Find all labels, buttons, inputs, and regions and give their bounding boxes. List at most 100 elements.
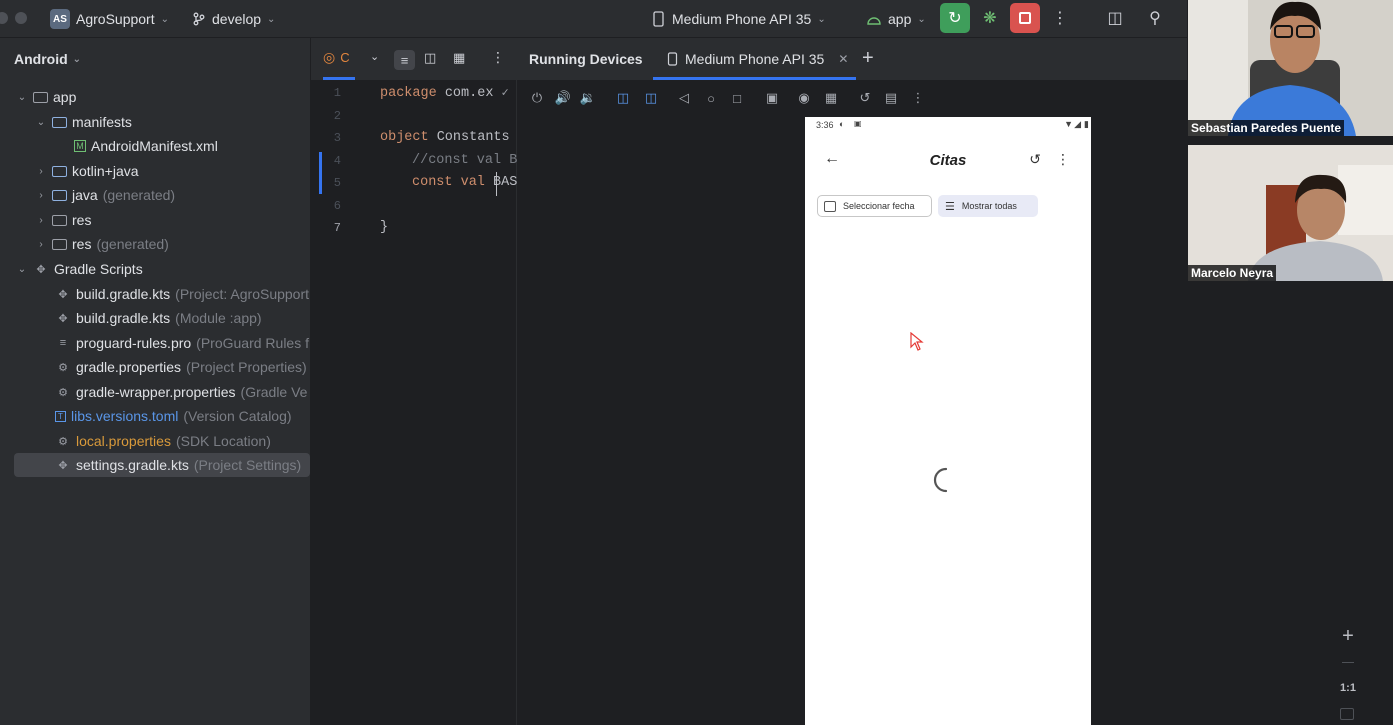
rotate-right-icon[interactable]: ◫ <box>642 89 660 107</box>
volume-down-icon[interactable]: 🔉 <box>579 89 597 107</box>
screen-record-icon[interactable]: ▦ <box>822 89 840 107</box>
history-icon[interactable]: ↺ <box>1029 151 1041 168</box>
tree-item-hint: (Project: AgroSupport <box>175 286 310 302</box>
overview-icon[interactable]: □ <box>728 89 746 107</box>
code-line[interactable]: package com.ex ✓ <box>380 85 509 101</box>
app-bar: ← Citas ↺ ⋮ <box>805 145 1091 177</box>
volume-up-icon[interactable]: 🔊 <box>554 89 572 107</box>
more-vertical-icon[interactable]: ⋮ <box>909 89 927 107</box>
run-config-selector[interactable]: app ⌄ <box>866 0 926 38</box>
project-view-selector[interactable]: Android ⌄ <box>14 51 81 67</box>
code-text: com.ex <box>436 86 494 101</box>
zoom-fit-icon[interactable] <box>1340 708 1354 720</box>
status-bar: 3:36 ◐ ▣ ▼ ◢ ▮ <box>805 117 1091 133</box>
tree-item-res-generated[interactable]: › res (generated) <box>0 232 311 256</box>
tree-item-hint: (ProGuard Rules f <box>196 335 309 351</box>
window-control-dot[interactable] <box>15 12 27 24</box>
screen-title: Citas <box>929 152 967 169</box>
select-date-button[interactable]: Seleccionar fecha <box>817 195 932 217</box>
battery-icon: ▮ <box>1084 119 1089 129</box>
code-keyword: const val <box>412 175 485 190</box>
tree-item-hint: (Project Properties) <box>186 359 307 375</box>
tree-item-kotlin-java[interactable]: › kotlin+java <box>0 159 311 183</box>
device-tab[interactable]: Medium Phone API 35 ✕ <box>653 38 856 80</box>
zoom-actual-size-button[interactable]: 1:1 <box>1336 682 1360 694</box>
rerun-icon: ↻ <box>948 10 962 27</box>
more-vertical-icon[interactable]: ⋮ <box>491 49 505 66</box>
device-selector[interactable]: Medium Phone API 35 ⌄ <box>652 0 826 38</box>
zoom-in-icon[interactable]: + <box>1338 625 1358 647</box>
branch-selector[interactable]: develop ⌄ <box>192 0 275 38</box>
editor-tab-bar: ◎ C ⌄ ≡ ◫ ▦ ⋮ <box>311 38 517 80</box>
tree-item-label: gradle-wrapper.properties <box>76 384 236 400</box>
code-line[interactable]: object Constants <box>380 130 510 145</box>
participant-video <box>1188 0 1393 136</box>
chevron-right-icon: › <box>39 214 43 226</box>
editor-tab[interactable]: ◎ C <box>323 49 350 66</box>
tree-item-settings-gradle[interactable]: ✥ settings.gradle.kts (Project Settings) <box>14 453 310 477</box>
tree-item-build-gradle-module[interactable]: ✥ build.gradle.kts (Module :app) <box>0 306 311 330</box>
line-number: 7 <box>333 221 341 235</box>
back-icon[interactable]: ◁ <box>675 89 693 107</box>
search-everywhere-button[interactable]: ⚲ <box>1140 3 1170 33</box>
tree-item-gradle-scripts[interactable]: ⌄ ✥ Gradle Scripts <box>0 257 311 281</box>
tree-item-hint: (Module :app) <box>175 310 262 326</box>
home-icon[interactable]: ○ <box>702 89 720 107</box>
wifi-icon: ▼ <box>1064 119 1073 129</box>
tree-item-libs-versions-toml[interactable]: T libs.versions.toml (Version Catalog) <box>0 404 311 428</box>
tree-item-gradle-wrapper-properties[interactable]: ⚙ gradle-wrapper.properties (Gradle Ve <box>0 380 311 404</box>
tree-item-java-generated[interactable]: › java (generated) <box>0 183 311 207</box>
code-line[interactable]: } <box>380 220 388 235</box>
show-all-button[interactable]: ☰ Mostrar todas <box>938 195 1038 217</box>
rotate-left-icon[interactable]: ◫ <box>614 89 632 107</box>
phone-icon <box>653 11 664 27</box>
branch-icon <box>193 12 205 26</box>
video-tile: Sebastian Paredes Puente <box>1188 0 1393 136</box>
device-frame-icon[interactable]: ▣ <box>763 89 781 107</box>
running-devices-header: Running Devices Medium Phone API 35 ✕ + <box>517 38 1187 80</box>
split-view-icon[interactable]: ◫ <box>424 50 436 66</box>
line-number: 5 <box>333 176 341 190</box>
project-view-label: Android <box>14 51 68 67</box>
phone-screen[interactable]: 3:36 ◐ ▣ ▼ ◢ ▮ ← Citas ↺ ⋮ Seleccionar f… <box>805 117 1091 725</box>
android-icon <box>867 17 881 25</box>
chevron-right-icon: › <box>39 238 43 250</box>
add-device-button[interactable]: + <box>862 47 874 70</box>
snapshot-icon[interactable]: ↺ <box>856 89 874 107</box>
device-manager-button[interactable]: ◫ <box>1100 3 1130 33</box>
stop-icon <box>1019 12 1031 24</box>
screenshot-icon[interactable]: ◉ <box>795 89 813 107</box>
calendar-icon <box>824 200 836 212</box>
code-view-icon[interactable]: ≡ <box>394 50 415 70</box>
tree-item-android-manifest[interactable]: M AndroidManifest.xml <box>0 134 311 158</box>
tree-item-label: build.gradle.kts <box>76 286 171 302</box>
tree-item-app[interactable]: ⌄ app <box>0 85 311 109</box>
code-line[interactable]: const val BAS <box>412 175 517 190</box>
more-vertical-icon[interactable]: ⋮ <box>1056 151 1070 168</box>
power-icon[interactable]: ⏻ <box>528 89 546 107</box>
design-view-icon[interactable]: ▦ <box>453 50 465 66</box>
window-control-dot[interactable] <box>0 12 8 24</box>
project-selector[interactable]: AS AgroSupport ⌄ <box>50 0 169 38</box>
tree-item-proguard-rules[interactable]: ≡ proguard-rules.pro (ProGuard Rules f <box>0 331 311 355</box>
tree-item-manifests[interactable]: ⌄ manifests <box>0 110 311 134</box>
tree-item-local-properties[interactable]: ⚙ local.properties (SDK Location) <box>0 429 311 453</box>
code-line[interactable]: //const val B <box>412 153 517 168</box>
close-icon[interactable]: ✕ <box>838 52 848 66</box>
tree-item-label: res <box>72 212 92 228</box>
mirror-icon[interactable]: ▤ <box>882 89 900 107</box>
tree-item-gradle-properties[interactable]: ⚙ gradle.properties (Project Properties) <box>0 355 311 379</box>
rerun-button[interactable]: ↻ <box>940 3 970 33</box>
tree-item-build-gradle-project[interactable]: ✥ build.gradle.kts (Project: AgroSupport <box>0 282 311 306</box>
chevron-down-icon[interactable]: ⌄ <box>370 50 379 63</box>
tree-item-res[interactable]: › res <box>0 208 311 232</box>
editor-tab-label: C <box>340 50 350 65</box>
mouse-cursor-icon <box>910 332 924 351</box>
chevron-right-icon: › <box>39 165 43 177</box>
debug-button[interactable]: ❋ <box>975 3 1005 33</box>
more-actions-button[interactable]: ⋮ <box>1045 3 1075 33</box>
project-name: AgroSupport <box>76 11 155 27</box>
device-tab-label: Medium Phone API 35 <box>685 51 825 67</box>
stop-button[interactable] <box>1010 3 1040 33</box>
tree-item-hint: (Project Settings) <box>193 457 302 473</box>
